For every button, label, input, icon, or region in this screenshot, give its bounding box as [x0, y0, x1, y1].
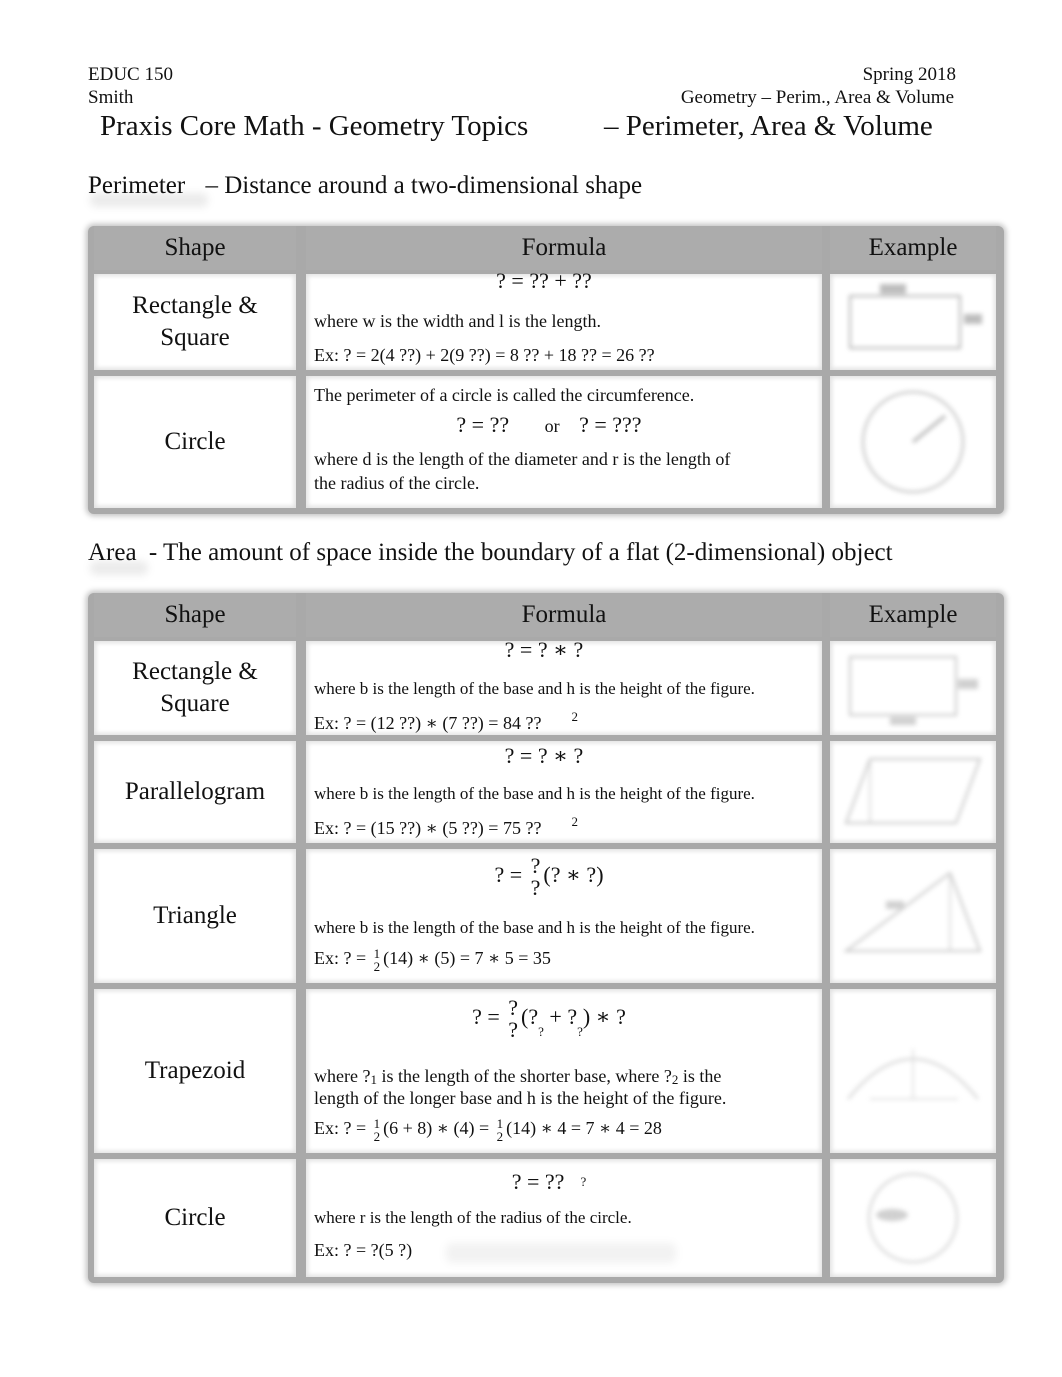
area-definition: - The amount of space inside the boundar…	[148, 539, 893, 566]
table-row: Rectangle & Square ? = ?? + ?? where w i…	[88, 268, 1004, 370]
perimeter-table: Shape Formula Example Rectangle & Square…	[88, 226, 1004, 514]
rectangle-sketch-icon	[849, 284, 982, 349]
shape-name: Circle	[164, 428, 226, 455]
circle-sketch-icon	[868, 1173, 958, 1263]
instructor-label: Smith	[88, 87, 134, 108]
shape-name: Trapezoid	[144, 1057, 246, 1084]
shape-name: Triangle	[153, 902, 237, 929]
perimeter-table-header: Shape Formula Example	[88, 226, 1004, 270]
formula: ? = ?? or ? = ???	[456, 412, 642, 437]
formula-note: where b is the length of the base and h …	[314, 679, 755, 698]
formula-example: Ex: ? = 2(4 ??) + 2(9 ??) = 8 ?? + 18 ??…	[314, 345, 655, 365]
formula-example: Ex: ? = 1 2 (6 + 8) ∗ (4) = 1 2 (14) ∗ 4 = 7…	[314, 1116, 662, 1144]
shape-name: Rectangle & Square	[132, 292, 258, 351]
formula-note: where ?1 is the length of the shorter ba…	[314, 1066, 722, 1087]
area-heading-term: Area	[88, 539, 137, 566]
formula-example: Ex: ? = (12 ??) ∗ (7 ??) = 84 ?? 2	[314, 709, 578, 733]
column-header-formula: Formula	[521, 601, 607, 628]
fraction: 12	[373, 946, 381, 974]
blurred-text	[446, 1243, 676, 1263]
shape-name: Circle	[164, 1204, 226, 1231]
parallelogram-sketch-icon	[844, 758, 982, 824]
column-header-shape: Shape	[164, 601, 226, 628]
column-header-example: Example	[868, 601, 958, 628]
area-table: Shape Formula Example Rectangle & Square…	[88, 593, 1004, 1283]
table-row: Trapezoid ? = ?? (?? + ??) ∗ ? where ?1 i…	[88, 989, 1004, 1153]
rectangle-sketch-icon	[849, 656, 978, 725]
formula-note: where d is the length of the diameter an…	[314, 449, 731, 469]
circle-sketch-icon	[862, 391, 964, 493]
formula-note: where w is the width and l is the length…	[314, 311, 601, 331]
triangle-sketch-icon	[843, 871, 982, 952]
course-label: EDUC 150	[88, 64, 173, 85]
shape-name: Parallelogram	[124, 778, 266, 805]
table-row: Parallelogram ? = ? ∗ ? where b is the l…	[88, 741, 1004, 843]
perimeter-definition: – Distance around a two-dimensional shap…	[205, 172, 643, 199]
area-heading: Area - The amount of space inside the bo…	[88, 538, 893, 568]
shape-name: Rectangle & Square	[132, 658, 258, 717]
formula: ? = ?? (?? + ??) ∗ ?	[472, 995, 626, 1042]
column-header-formula: Formula	[521, 234, 607, 261]
trapezoid-sketch-icon	[847, 1049, 979, 1100]
formula-intro: The perimeter of a circle is called the …	[314, 385, 695, 405]
formula-note-continued: length of the longer base and h is the h…	[314, 1088, 727, 1108]
topic-label: Geometry – Perim., Area & Volume	[680, 87, 954, 108]
formula: ? = ? ∗ ?	[504, 637, 584, 662]
formula-example: Ex: ? = (15 ??) ∗ (5 ??) = 75 ?? 2	[314, 814, 578, 838]
formula-note: where b is the length of the base and h …	[314, 784, 755, 803]
fraction: 12	[373, 1116, 381, 1144]
fraction: ??	[530, 853, 541, 900]
table-row: Triangle ? = ?? (? ∗ ?) where b is the le…	[88, 849, 1004, 983]
formula-note: where b is the length of the base and h …	[314, 918, 755, 937]
formula: ? = ?? + ??	[496, 268, 592, 293]
formula: ? = ???	[511, 1169, 587, 1194]
table-row: Rectangle & Square ? = ? ∗ ? where b is …	[88, 637, 1004, 735]
page-title-left: Praxis Core Math - Geometry Topics	[100, 110, 529, 142]
fraction: ??	[508, 995, 519, 1042]
formula: ? = ? ∗ ?	[504, 743, 584, 768]
term-label: Spring 2018	[862, 64, 956, 85]
table-row: Circle ? = ??? where r is the length of …	[88, 1159, 1004, 1277]
formula-note: where r is the length of the radius of t…	[314, 1208, 632, 1227]
perimeter-heading: Perimeter – Distance around a two-dimens…	[88, 171, 642, 201]
perimeter-heading-term: Perimeter	[88, 172, 186, 199]
formula-example: Ex: ? = 1 2 (14) ∗ (5) = 7 ∗ 5 = 35	[314, 946, 551, 974]
column-header-shape: Shape	[164, 234, 226, 261]
area-table-header: Shape Formula Example	[88, 593, 1004, 637]
formula-example: Ex: ? = ?(5 ?)	[314, 1240, 413, 1260]
page-title-right: – Perimeter, Area & Volume	[604, 110, 933, 142]
table-row: Circle The perimeter of a circle is call…	[88, 376, 1004, 508]
column-header-example: Example	[868, 234, 958, 261]
formula: ? = ?? (? ∗ ?)	[494, 853, 604, 900]
fraction: 12	[496, 1116, 504, 1144]
formula-note-continued: the radius of the circle.	[314, 473, 480, 493]
